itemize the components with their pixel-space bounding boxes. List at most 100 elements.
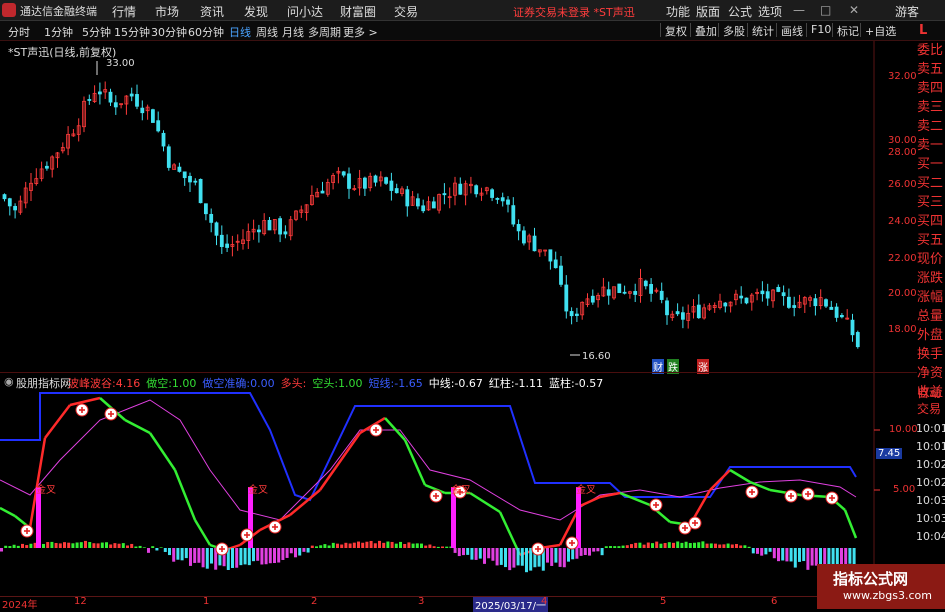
candle-body: [166, 146, 171, 168]
histogram-bar: [163, 548, 167, 552]
candle-body: [373, 175, 378, 183]
indicator-legend-item: 蓝柱:-0.57: [549, 377, 604, 390]
histogram-bar: [281, 548, 285, 560]
auto-trade-panel[interactable]: 自动 交易: [917, 385, 945, 417]
candle-body: [193, 180, 198, 183]
indicator-main-line: [619, 491, 651, 507]
auto-label[interactable]: 自动: [917, 385, 945, 401]
indicator-name[interactable]: 股朋指标网: [16, 375, 71, 391]
ind-current-value: 7.45: [876, 448, 903, 459]
indicator-toggle-icon[interactable]: ◉: [4, 375, 14, 388]
candle-body: [776, 286, 781, 292]
candle-body: [87, 99, 92, 101]
histogram-bar: [411, 543, 415, 548]
candle-body: [829, 306, 834, 310]
histogram-bar: [558, 548, 562, 567]
histogram-bar: [508, 548, 512, 571]
time-item: 10:01: [916, 440, 945, 453]
candle-body: [198, 178, 203, 204]
histogram-bar: [172, 548, 176, 562]
histogram-bar: [331, 542, 335, 548]
histogram-bar: [457, 548, 461, 557]
histogram-bar: [277, 548, 281, 563]
histogram-bar: [512, 548, 516, 568]
histogram-bar: [630, 544, 633, 548]
candle-body: [431, 201, 436, 209]
histogram-bar: [655, 541, 659, 548]
histogram-bar: [151, 546, 155, 548]
histogram-bar: [155, 548, 159, 551]
indicator-legend-item: 做空准确:0.00: [202, 377, 275, 390]
candle-body: [13, 205, 18, 211]
low-annotation: 16.60: [582, 351, 611, 362]
histogram-bar: [583, 548, 587, 555]
candle-body: [516, 224, 521, 232]
indicator-legend-item: 中线:-0.67: [428, 377, 483, 390]
histogram-bar: [117, 543, 121, 548]
indicator-main-line: [124, 418, 151, 435]
histogram-bar: [441, 546, 444, 548]
histogram-bar: [684, 541, 688, 548]
histogram-bar: [478, 548, 482, 559]
histogram-bar: [432, 546, 436, 548]
time-item: 10:01: [916, 422, 945, 435]
candle-body: [389, 180, 394, 191]
histogram-bar: [789, 548, 793, 562]
histogram-bar: [747, 546, 751, 548]
histogram-bar: [504, 548, 507, 568]
histogram-bar: [71, 543, 75, 548]
histogram-bar: [546, 548, 549, 563]
histogram-bar: [672, 542, 675, 548]
right-panel-l[interactable]: L: [919, 23, 927, 38]
histogram-bar: [642, 544, 646, 548]
indicator-legend: 波峰波谷:4.16 做空:1.00 做空准确:0.00 多头: 空头:1.00 短线:-1…: [68, 375, 609, 391]
histogram-bar: [79, 542, 83, 548]
histogram-bar: [365, 541, 369, 548]
histogram-bar: [29, 543, 33, 548]
histogram-bar: [340, 544, 344, 548]
histogram-bar: [739, 545, 743, 548]
label-weibi: 委比: [917, 43, 944, 58]
chart-canvas[interactable]: [0, 0, 917, 596]
price-tick: 20.00: [888, 288, 917, 299]
label-netasset: 净资: [917, 366, 944, 381]
histogram-bar: [751, 548, 755, 554]
time-item: 10:03: [916, 494, 945, 507]
histogram-bar: [67, 542, 71, 548]
candle-body: [2, 194, 7, 200]
histogram-bar: [21, 543, 24, 548]
candle-body: [113, 102, 118, 108]
histogram-bar: [462, 548, 465, 556]
ind-tick: 5.00: [893, 484, 916, 495]
trade-label[interactable]: 交易: [917, 401, 945, 417]
candle-body: [495, 198, 500, 200]
candle-body: [7, 198, 12, 207]
histogram-bar: [571, 548, 575, 560]
histogram-bar: [445, 546, 449, 548]
candle-body: [739, 295, 744, 299]
candle-body: [177, 166, 182, 172]
label-sell2: 卖二: [917, 119, 944, 134]
histogram-bar: [63, 542, 66, 548]
candle-body: [840, 314, 844, 318]
histogram-bar: [189, 548, 192, 566]
histogram-bar: [814, 548, 818, 566]
histogram-bar: [352, 542, 356, 548]
histogram-bar: [147, 548, 150, 553]
label-buy2: 买二: [917, 176, 944, 191]
histogram-bar: [768, 548, 772, 552]
candle-body: [421, 205, 426, 212]
histogram-bar: [8, 546, 12, 548]
buy-label: 金叉: [451, 485, 471, 496]
indicator-main-line: [384, 417, 406, 441]
histogram-bar: [210, 548, 213, 564]
histogram-bar: [609, 546, 612, 548]
indicator-legend-item: 空头:1.00: [312, 377, 363, 390]
candle-body: [500, 197, 505, 202]
histogram-bar: [264, 548, 268, 565]
histogram-bar: [180, 548, 184, 561]
histogram-bar: [46, 542, 50, 548]
candle-body: [442, 193, 447, 196]
histogram-bar: [197, 548, 201, 563]
indicator-main-line: [729, 468, 751, 484]
